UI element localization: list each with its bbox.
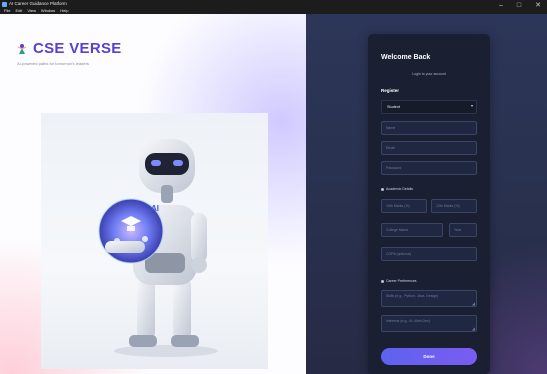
year-placeholder: Year bbox=[454, 228, 462, 232]
email-input[interactable]: Email bbox=[381, 141, 477, 155]
form-heading: Welcome Back bbox=[381, 54, 431, 61]
hero-image: AI bbox=[41, 113, 268, 369]
resize-grip-icon[interactable]: ◢ bbox=[472, 301, 475, 306]
college-placeholder: College Name bbox=[386, 228, 409, 232]
brand-tagline: AI-powered paths for tomorrow's leaders bbox=[17, 61, 89, 66]
brand-name: CSE VERSE bbox=[33, 40, 122, 57]
academic-section-label: Academic Details bbox=[381, 187, 413, 191]
window-controls: – □ ✕ bbox=[499, 2, 541, 10]
resize-grip-icon[interactable]: ◢ bbox=[472, 326, 475, 331]
tenth-marks-input[interactable]: 10th Marks (%) bbox=[381, 199, 427, 213]
academic-icon bbox=[381, 187, 384, 191]
chevron-down-icon: ▾ bbox=[470, 103, 473, 108]
app-icon bbox=[2, 2, 7, 7]
cgpa-input[interactable]: CGPA (optional) bbox=[381, 247, 477, 261]
logo-icon bbox=[17, 43, 27, 54]
maximize-icon[interactable]: □ bbox=[517, 2, 521, 10]
window-title: AI Career Guidance Platform bbox=[9, 1, 67, 6]
brand-panel: CSE VERSE AI-powered paths for tomorrow'… bbox=[0, 14, 306, 374]
tab-register[interactable]: Register bbox=[381, 88, 399, 93]
name-input[interactable]: Name bbox=[381, 121, 477, 135]
role-select[interactable]: Student ▾ bbox=[381, 100, 477, 114]
register-card: Welcome Back Login to your account Regis… bbox=[368, 34, 490, 374]
ai-label: AI bbox=[151, 204, 159, 213]
password-input[interactable]: Password bbox=[381, 161, 477, 175]
name-placeholder: Name bbox=[386, 126, 396, 130]
menu-file[interactable]: File bbox=[4, 8, 10, 13]
minimize-icon[interactable]: – bbox=[499, 2, 503, 10]
menu-help[interactable]: Help bbox=[60, 8, 68, 13]
auth-panel: Welcome Back Login to your account Regis… bbox=[306, 14, 547, 374]
form-subheading[interactable]: Login to your account bbox=[368, 72, 490, 76]
robot-illustration: AI bbox=[98, 139, 218, 357]
tenth-marks-placeholder: 10th Marks (%) bbox=[386, 204, 410, 208]
menu-window[interactable]: Window bbox=[41, 8, 55, 13]
skills-placeholder: Skills (e.g., Python, Java, Design) bbox=[386, 294, 439, 298]
career-section-label: Career Preferences bbox=[381, 279, 417, 283]
password-placeholder: Password bbox=[386, 166, 402, 170]
brand: CSE VERSE bbox=[17, 40, 122, 57]
cgpa-placeholder: CGPA (optional) bbox=[386, 252, 412, 256]
window-titlebar: AI Career Guidance Platform File Edit Vi… bbox=[0, 0, 547, 14]
menu-edit[interactable]: Edit bbox=[15, 8, 22, 13]
twelfth-marks-placeholder: 12th Marks (%) bbox=[436, 204, 460, 208]
role-select-value: Student bbox=[387, 105, 401, 109]
twelfth-marks-input[interactable]: 12th Marks (%) bbox=[431, 199, 477, 213]
college-input[interactable]: College Name bbox=[381, 223, 443, 237]
interests-textarea[interactable]: Interests (e.g., AI, Web Dev) ◢ bbox=[381, 315, 477, 332]
email-placeholder: Email bbox=[386, 146, 395, 150]
menu-view[interactable]: View bbox=[27, 8, 36, 13]
career-icon bbox=[381, 279, 384, 283]
done-button[interactable]: Done bbox=[381, 348, 477, 365]
menu-bar: File Edit View Window Help bbox=[4, 8, 68, 13]
skills-textarea[interactable]: Skills (e.g., Python, Java, Design) ◢ bbox=[381, 290, 477, 307]
year-input[interactable]: Year bbox=[449, 223, 477, 237]
close-icon[interactable]: ✕ bbox=[535, 2, 541, 10]
interests-placeholder: Interests (e.g., AI, Web Dev) bbox=[386, 319, 430, 323]
